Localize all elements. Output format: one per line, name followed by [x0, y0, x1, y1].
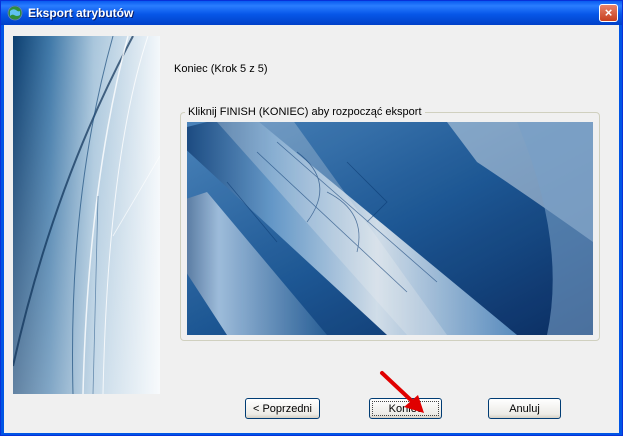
- wizard-window: Eksport atrybutów × Koniec (Krok 5 z 5) …: [0, 0, 623, 436]
- close-button[interactable]: ×: [599, 4, 618, 22]
- cancel-button[interactable]: Anuluj: [488, 398, 561, 419]
- blueprint-rolls-image: [187, 122, 593, 335]
- window-title: Eksport atrybutów: [28, 6, 134, 20]
- group-box-title: Kliknij FINISH (KONIEC) aby rozpocząć ek…: [185, 106, 425, 118]
- globe-icon: [7, 5, 23, 21]
- back-button[interactable]: < Poprzedni: [245, 398, 320, 419]
- step-label: Koniec (Krok 5 z 5): [174, 63, 268, 75]
- wizard-side-image: [13, 36, 160, 394]
- wizard-client-area: Koniec (Krok 5 z 5) Kliknij FINISH (KONI…: [4, 25, 619, 433]
- title-bar[interactable]: Eksport atrybutów ×: [1, 1, 622, 25]
- close-icon: ×: [604, 5, 613, 20]
- finish-button[interactable]: Koniec: [369, 398, 442, 419]
